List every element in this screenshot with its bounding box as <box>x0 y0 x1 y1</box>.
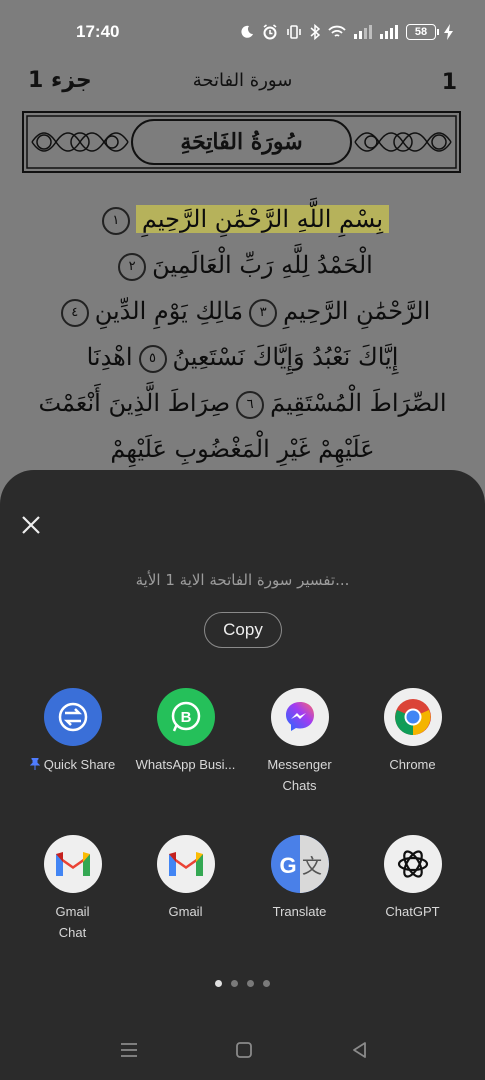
share-target-name: Messenger Chats <box>267 757 332 793</box>
share-target-name: WhatsApp Busi... <box>135 757 236 772</box>
verse-line[interactable]: الْحَمْدُ لِلَّهِ رَبِّ الْعَالَمِينَ٢ <box>20 242 465 288</box>
vibrate-icon <box>287 25 301 39</box>
verse-text: مَالِكِ يَوْمِ الدِّينِ <box>94 297 244 325</box>
recent-apps-button[interactable] <box>117 1038 141 1062</box>
menu-icon <box>121 1043 137 1057</box>
verse-text: الْحَمْدُ لِلَّهِ رَبِّ الْعَالَمِينَ <box>152 251 373 279</box>
share-target-whatsapp-busi[interactable]: B WhatsApp Busi... <box>129 688 242 775</box>
chatgpt-icon <box>383 835 442 893</box>
verse-line[interactable]: بِسْمِ اللَّهِ الرَّحْمَٰنِ الرَّحِيمِ١ <box>20 196 465 242</box>
ayah-number-marker: ٥ <box>138 344 167 373</box>
share-target-quick-share[interactable]: Quick Share <box>16 688 129 775</box>
verse-text: الصِّرَاطَ الْمُسْتَقِيمَ <box>270 389 447 417</box>
share-target-label: Quick Share <box>16 754 129 775</box>
charging-icon <box>444 24 453 40</box>
quick-share-icon <box>43 688 102 746</box>
ayah-number-marker: ١ <box>101 206 130 235</box>
bluetooth-icon <box>310 24 320 40</box>
share-target-label: ChatGPT <box>356 901 469 922</box>
home-button[interactable] <box>232 1038 256 1062</box>
wifi-icon <box>328 25 346 37</box>
juz-label: جزء 1 <box>28 68 92 93</box>
share-target-label: Gmail <box>129 901 242 922</box>
navigation-bar <box>0 1030 485 1070</box>
back-button[interactable] <box>348 1038 372 1062</box>
share-preview-text: ...تفسير سورة الفاتحة الاية 1 الأية <box>135 571 350 589</box>
page-indicator <box>0 980 485 987</box>
page-dot[interactable] <box>247 980 254 987</box>
verse-text: بِسْمِ اللَّهِ الرَّحْمَٰنِ الرَّحِيمِ <box>135 205 390 233</box>
chrome-icon <box>383 688 442 746</box>
close-button[interactable] <box>16 510 46 540</box>
share-target-chatgpt[interactable]: ChatGPT <box>356 835 469 922</box>
banner-title: سُورَةُ الفَاتِحَةِ <box>180 129 303 155</box>
verse-line[interactable]: عَلَيْهِمْ غَيْرِ الْمَغْضُوبِ عَلَيْهِم… <box>20 426 465 472</box>
verse-line[interactable]: إِيَّاكَ نَعْبُدُ وَإِيَّاكَ نَسْتَعِينُ… <box>20 334 465 380</box>
verse-line[interactable]: الصِّرَاطَ الْمُسْتَقِيمَ٦صِرَاطَ الَّذِ… <box>20 380 465 426</box>
back-icon <box>353 1042 366 1058</box>
share-target-label: Messenger Chats <box>243 754 356 796</box>
share-target-gmail-chat[interactable]: Gmail Chat <box>16 835 129 943</box>
whatsapp-business-icon: B <box>156 688 215 746</box>
share-target-name: Gmail <box>168 904 203 919</box>
verse-text: صِرَاطَ الَّذِينَ أَنْعَمْتَ <box>38 389 231 417</box>
page-dot[interactable] <box>231 980 238 987</box>
verse-text: الرَّحْمَٰنِ الرَّحِيمِ <box>283 297 431 325</box>
status-bar: 17:40 58 <box>0 0 485 64</box>
share-target-name: Quick Share <box>43 757 116 772</box>
share-target-label: Chrome <box>356 754 469 775</box>
svg-text:文: 文 <box>302 854 322 878</box>
status-time: 17:40 <box>76 22 120 41</box>
share-target-gmail[interactable]: Gmail <box>129 835 242 922</box>
ayah-number-marker: ٣ <box>249 298 278 327</box>
status-icons: 58 <box>240 20 453 44</box>
signal-icon <box>354 25 372 39</box>
share-target-chrome[interactable]: Chrome <box>356 688 469 775</box>
svg-text:G: G <box>279 853 296 878</box>
share-target-label: WhatsApp Busi... <box>129 754 242 775</box>
share-target-name: Chrome <box>389 757 436 772</box>
share-target-label: Gmail Chat <box>16 901 129 943</box>
share-target-label: Translate <box>243 901 356 922</box>
verses-block[interactable]: بِسْمِ اللَّهِ الرَّحْمَٰنِ الرَّحِيمِ١ ا… <box>20 196 465 472</box>
gmail-icon <box>156 835 215 893</box>
share-sheet: ...تفسير سورة الفاتحة الاية 1 الأية Copy… <box>0 470 485 1080</box>
share-target-name: ChatGPT <box>385 904 440 919</box>
verse-line[interactable]: الرَّحْمَٰنِ الرَّحِيمِ٣مَالِكِ يَوْمِ ا… <box>20 288 465 334</box>
gmail-icon <box>43 835 102 893</box>
ayah-number-marker: ٤ <box>60 298 89 327</box>
alarm-icon <box>263 24 277 40</box>
share-target-translate[interactable]: G 文 Translate <box>243 835 356 922</box>
surah-banner: سُورَةُ الفَاتِحَةِ <box>22 111 461 173</box>
google-translate-icon: G文 <box>270 835 329 893</box>
share-target-messenger-chats[interactable]: Messenger Chats <box>243 688 356 796</box>
home-icon <box>236 1042 252 1058</box>
ayah-number-marker: ٢ <box>118 252 147 281</box>
copy-button[interactable]: Copy <box>204 612 282 648</box>
close-icon <box>22 516 40 534</box>
verse-text: اهْدِنَا <box>86 343 133 371</box>
ayah-number-marker: ٦ <box>236 390 265 419</box>
verse-text: إِيَّاكَ نَعْبُدُ وَإِيَّاكَ نَسْتَعِينُ <box>172 343 399 371</box>
svg-text:B: B <box>180 709 191 726</box>
share-target-name: Gmail Chat <box>55 904 90 940</box>
signal-icon <box>380 25 398 39</box>
moon-icon <box>241 25 253 38</box>
verse-text: عَلَيْهِمْ غَيْرِ الْمَغْضُوبِ عَلَيْهِم… <box>110 435 375 463</box>
share-target-name: Translate <box>272 904 327 919</box>
messenger-icon <box>270 688 329 746</box>
page-dot[interactable] <box>215 980 222 987</box>
quran-page-header: 1 سورة الفاتحة جزء 1 <box>0 62 485 102</box>
page-dot[interactable] <box>263 980 270 987</box>
battery-icon: 58 <box>406 24 439 40</box>
pin-icon <box>29 757 44 772</box>
